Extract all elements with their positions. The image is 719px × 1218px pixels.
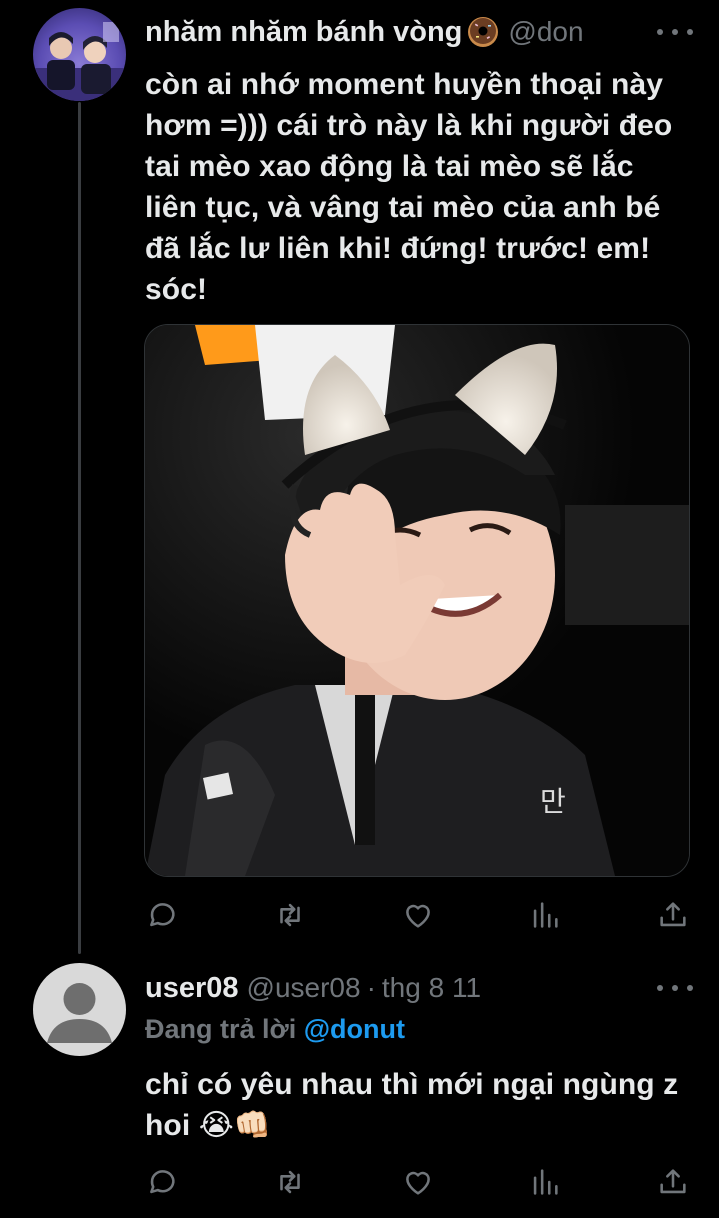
share-icon[interactable] bbox=[656, 898, 690, 932]
reply-actions bbox=[145, 1162, 690, 1202]
donut-emoji-icon bbox=[466, 15, 500, 49]
retweet-icon[interactable] bbox=[273, 898, 307, 932]
post-header: nhăm nhăm bánh vòng @don bbox=[145, 12, 693, 52]
thread-line bbox=[78, 102, 81, 954]
reply-avatar[interactable] bbox=[33, 963, 126, 1056]
reply-header: user08 @user08 · thg 8 11 bbox=[145, 968, 693, 1008]
replying-label: Đang trả lời bbox=[145, 1014, 297, 1044]
share-icon[interactable] bbox=[656, 1165, 690, 1199]
post-media-image[interactable]: 만 bbox=[144, 324, 690, 877]
reply-author-name[interactable]: user08 bbox=[145, 972, 239, 1005]
replying-handle[interactable]: @donut bbox=[304, 1014, 405, 1044]
author-name[interactable]: nhăm nhăm bánh vòng bbox=[145, 16, 462, 49]
reply-author-handle[interactable]: @user08 bbox=[247, 972, 361, 1004]
post-text: còn ai nhớ moment huyền thoại này hơm =)… bbox=[145, 68, 673, 306]
author-handle[interactable]: @don bbox=[508, 16, 583, 48]
retweet-icon[interactable] bbox=[273, 1165, 307, 1199]
like-icon[interactable] bbox=[401, 1165, 435, 1199]
post-actions bbox=[145, 895, 690, 935]
jersey-text: 만 bbox=[540, 785, 566, 818]
reply-icon[interactable] bbox=[145, 898, 179, 932]
reply-text: chỉ có yêu nhau thì mới ngại ngùng z hoi… bbox=[145, 1068, 679, 1142]
author-avatar[interactable] bbox=[33, 8, 126, 101]
like-icon[interactable] bbox=[401, 898, 435, 932]
reply-more-icon[interactable] bbox=[657, 978, 693, 998]
more-icon[interactable] bbox=[657, 22, 693, 42]
replying-to: Đang trả lời @donut bbox=[145, 1014, 405, 1045]
reply-date[interactable]: thg 8 11 bbox=[382, 972, 481, 1004]
reply-icon[interactable] bbox=[145, 1165, 179, 1199]
views-icon[interactable] bbox=[528, 898, 562, 932]
separator: · bbox=[366, 972, 376, 1003]
views-icon[interactable] bbox=[528, 1165, 562, 1199]
